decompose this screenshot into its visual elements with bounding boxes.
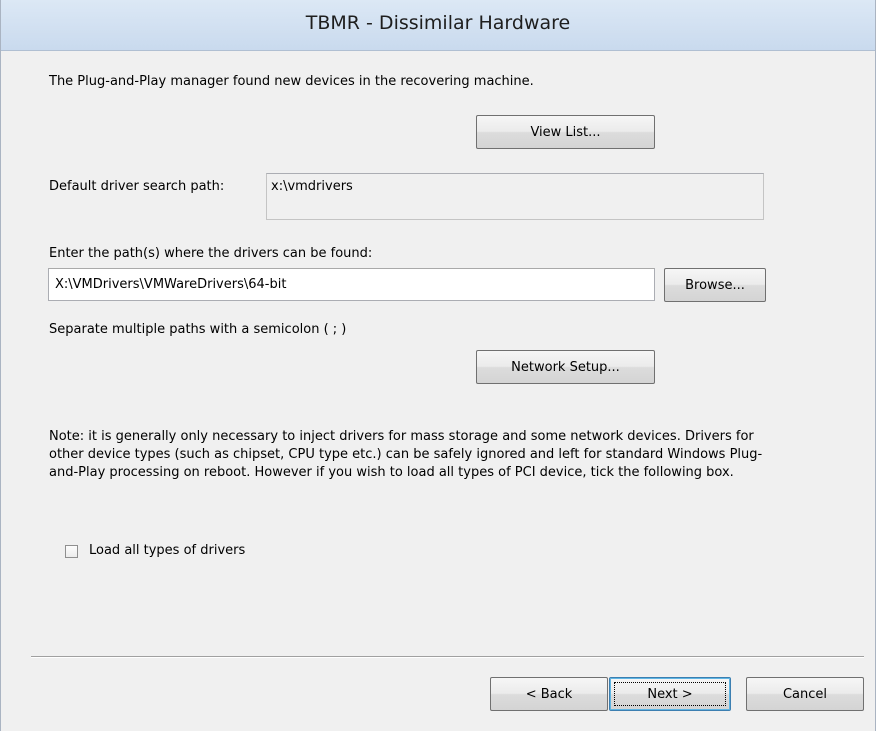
network-setup-button[interactable]: Network Setup...: [476, 350, 655, 384]
dialog-window: TBMR - Dissimilar Hardware The Plug-and-…: [0, 0, 876, 731]
browse-button-label: Browse...: [685, 277, 745, 293]
network-setup-button-label: Network Setup...: [511, 359, 620, 375]
view-list-button[interactable]: View List...: [476, 115, 655, 149]
driver-path-input[interactable]: [48, 268, 655, 301]
back-button-label: < Back: [525, 686, 573, 702]
default-path-field: x:\vmdrivers: [266, 173, 764, 220]
next-button-label: Next >: [647, 686, 693, 702]
load-all-drivers-label[interactable]: Load all types of drivers: [89, 543, 245, 558]
cancel-button-label: Cancel: [782, 686, 828, 702]
cancel-button[interactable]: Cancel: [746, 677, 864, 711]
load-all-drivers-checkbox[interactable]: [65, 545, 78, 558]
note-text: Note: it is generally only necessary to …: [49, 429, 763, 480]
view-list-button-label: View List...: [530, 124, 601, 140]
enter-path-label: Enter the path(s) where the drivers can …: [49, 246, 373, 261]
intro-text: The Plug-and-Play manager found new devi…: [49, 74, 534, 89]
back-button[interactable]: < Back: [490, 677, 608, 711]
default-path-label: Default driver search path:: [49, 179, 225, 194]
browse-button[interactable]: Browse...: [664, 268, 766, 302]
next-button[interactable]: Next >: [609, 677, 731, 711]
window-title: TBMR - Dissimilar Hardware: [1, 0, 875, 51]
separator-hint: Separate multiple paths with a semicolon…: [49, 322, 347, 337]
footer-separator: [31, 656, 864, 658]
